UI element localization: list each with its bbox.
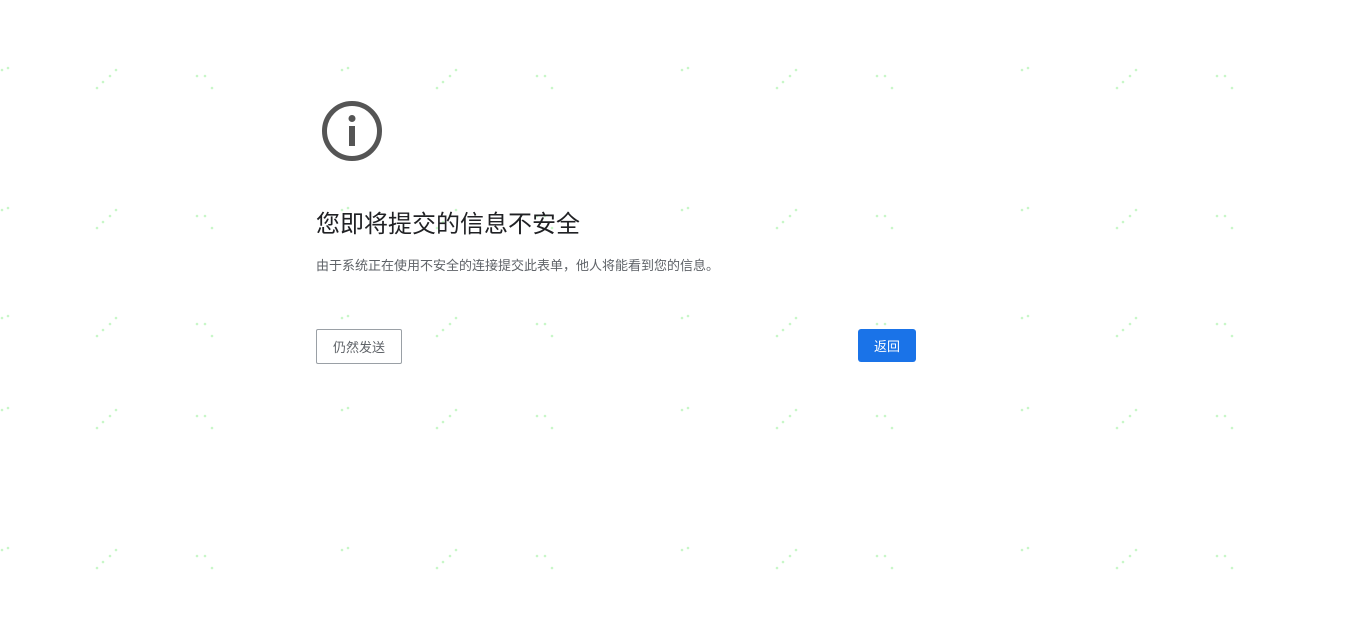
back-button[interactable]: 返回 [858, 329, 916, 362]
insecure-form-warning-page: 您即将提交的信息不安全 由于系统正在使用不安全的连接提交此表单，他人将能看到您的… [0, 0, 1347, 623]
page-title: 您即将提交的信息不安全 [316, 210, 580, 238]
info-icon [322, 101, 382, 161]
send-anyway-button[interactable]: 仍然发送 [316, 329, 402, 364]
warning-message: 由于系统正在使用不安全的连接提交此表单，他人将能看到您的信息。 [316, 259, 720, 274]
background-dot-pattern [0, 66, 1234, 570]
